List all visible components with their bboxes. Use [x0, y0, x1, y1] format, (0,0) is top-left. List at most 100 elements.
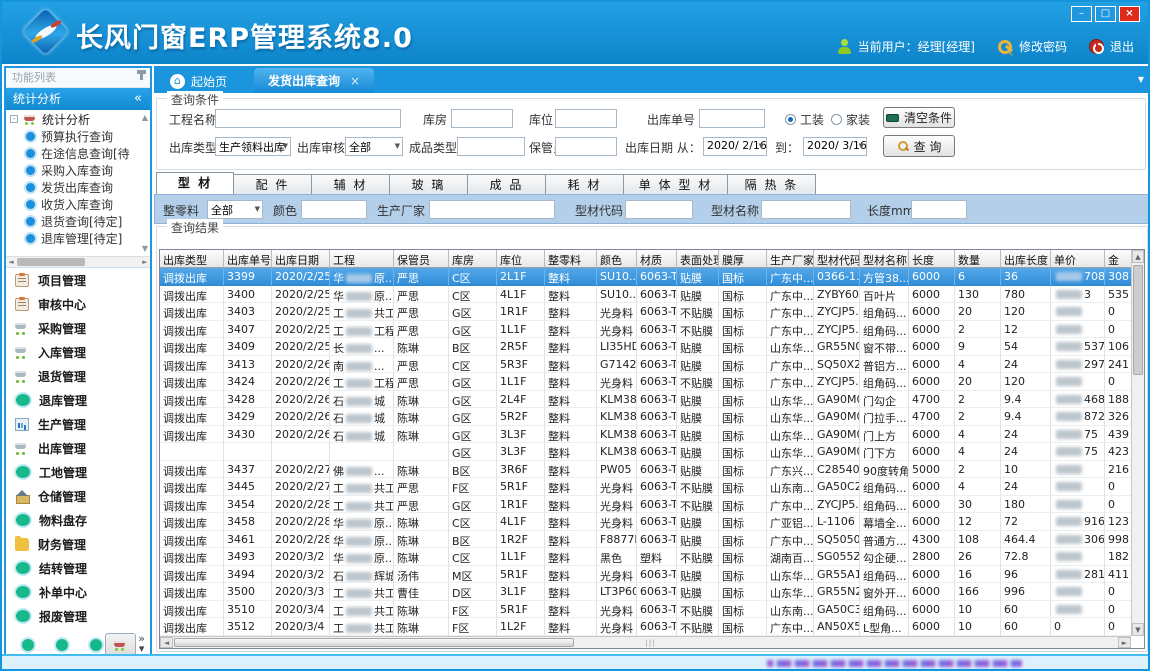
material-tab[interactable]: 配 件: [234, 174, 312, 195]
column-header[interactable]: 型材代码: [814, 250, 860, 267]
material-tab[interactable]: 型 材: [156, 172, 234, 195]
date-to-picker[interactable]: 2020/ 3/16: [803, 137, 867, 156]
column-header[interactable]: 长度: [909, 250, 955, 267]
table-row[interactable]: 调拨出库34612020/2/28华原...陈琳B区1R2F整料F8877FT6…: [160, 531, 1135, 549]
column-header[interactable]: 表面处理: [677, 250, 719, 267]
sidebar-item[interactable]: 报废管理: [6, 604, 150, 628]
project-name-input[interactable]: [215, 109, 401, 128]
overflow-chevron[interactable]: »▾: [138, 634, 145, 654]
sidebar-item[interactable]: 生产管理: [6, 412, 150, 436]
scroll-left-icon[interactable]: ◄: [6, 257, 16, 267]
sidebar-item[interactable]: 结转管理: [6, 556, 150, 580]
tree-root[interactable]: - 统计分析: [6, 110, 150, 128]
collapse-icon[interactable]: «: [134, 88, 142, 110]
material-tab[interactable]: 辅 材: [312, 174, 390, 195]
tree-item[interactable]: 在途信息查询[待: [6, 145, 150, 162]
column-header[interactable]: 出库类型: [160, 250, 224, 267]
table-row[interactable]: 调拨出库34282020/2/26石城陈琳G区2L4F整料KLM38176063…: [160, 391, 1135, 409]
table-row[interactable]: 调拨出库34132020/2/26南...严思C区5R3F整料G71422606…: [160, 356, 1135, 374]
table-row[interactable]: 调拨出库33992020/2/25华原...严思C区2L1F整料SU10...6…: [160, 268, 1135, 286]
table-row[interactable]: 调拨出库34582020/2/28华原...陈琳C区4L1F整料光身料6063-…: [160, 513, 1135, 531]
column-header[interactable]: 颜色: [597, 250, 637, 267]
quick-circle-icon[interactable]: [56, 639, 68, 651]
length-input[interactable]: [911, 200, 967, 219]
sidebar-item[interactable]: 仓储管理: [6, 484, 150, 508]
name-input[interactable]: [761, 200, 851, 219]
tree-item[interactable]: 预算执行查询: [6, 128, 150, 145]
table-row[interactable]: 调拨出库34932020/3/2华原...陈琳C区1L1F整料黑色塑料不贴膜国标…: [160, 548, 1135, 566]
order-no-input[interactable]: [699, 109, 765, 128]
sidebar-item[interactable]: 补单中心: [6, 580, 150, 604]
table-row[interactable]: 调拨出库34072020/2/25工工程严思G区1L1F整料光身料6063-T5…: [160, 321, 1135, 339]
scrollbar-thumb[interactable]: [1133, 265, 1143, 375]
table-row[interactable]: 调拨出库34452020/2/27工共工程严思F区5R1F整料光身料6063-T…: [160, 478, 1135, 496]
tab-shipping-query[interactable]: 发货出库查询 ×: [254, 68, 374, 93]
sidebar-item[interactable]: 出库管理: [6, 436, 150, 460]
radio-gongzhuang[interactable]: 工装: [785, 111, 824, 128]
column-header[interactable]: 库位: [497, 250, 545, 267]
sidebar-item[interactable]: 入库管理: [6, 340, 150, 364]
sidebar-item[interactable]: 项目管理: [6, 268, 150, 292]
sidebar-item[interactable]: 财务管理: [6, 532, 150, 556]
table-row[interactable]: 调拨出库35122020/3/4工共工程陈琳F区1L2F整料光身料6063-T5…: [160, 618, 1135, 636]
piece-combo[interactable]: 全部: [207, 200, 263, 219]
tree-scroll-up-icon[interactable]: ▲: [142, 113, 148, 122]
minimize-button[interactable]: –: [1071, 6, 1092, 22]
out-type-combo[interactable]: 生产领料出库: [215, 137, 291, 156]
material-tab[interactable]: 单 体 型 材: [624, 174, 728, 195]
vertical-scrollbar[interactable]: ▲ ▼: [1131, 250, 1144, 636]
material-tab[interactable]: 成 品: [468, 174, 546, 195]
change-password-link[interactable]: 修改密码: [997, 38, 1067, 55]
material-tab[interactable]: 隔 热 条: [728, 174, 816, 195]
scroll-down-icon[interactable]: ▼: [1132, 623, 1144, 636]
scroll-left-icon[interactable]: ◄: [160, 637, 173, 648]
close-button[interactable]: ×: [1119, 6, 1140, 22]
tree-item[interactable]: 退库管理[待定]: [6, 230, 150, 247]
color-input[interactable]: [301, 200, 367, 219]
maximize-button[interactable]: □: [1095, 6, 1116, 22]
column-header[interactable]: 库房: [449, 250, 497, 267]
column-header[interactable]: 膜厚: [719, 250, 767, 267]
column-header[interactable]: 单价: [1051, 250, 1105, 267]
scroll-up-icon[interactable]: ▲: [1132, 250, 1144, 263]
table-row[interactable]: 调拨出库34032020/2/25工共工程严思G区1R1F整料光身料6063-T…: [160, 303, 1135, 321]
location-input[interactable]: [555, 109, 617, 128]
table-row[interactable]: 调拨出库35102020/3/4工共工程陈琳F区5R1F整料光身料6063-T5…: [160, 601, 1135, 619]
tree-scroll-down-icon[interactable]: ▼: [142, 244, 148, 253]
scroll-right-icon[interactable]: ►: [140, 257, 150, 267]
column-header[interactable]: 工程: [330, 250, 394, 267]
tree-item[interactable]: 退货查询[待定]: [6, 213, 150, 230]
column-header[interactable]: 出库日期: [272, 250, 330, 267]
table-row[interactable]: 调拨出库34942020/3/2石辉城汤伟M区5R1F整料光身料6063-T5贴…: [160, 566, 1135, 584]
material-tab[interactable]: 玻 璃: [390, 174, 468, 195]
sidebar-item[interactable]: 采购管理: [6, 316, 150, 340]
sidebar-item[interactable]: 物料盘存: [6, 508, 150, 532]
scroll-right-icon[interactable]: ►: [1118, 637, 1131, 648]
logout-button[interactable]: 退出: [1089, 38, 1134, 55]
section-header-stats[interactable]: 统计分析 «: [6, 88, 150, 110]
column-header[interactable]: 出库长度: [1001, 250, 1051, 267]
maker-input[interactable]: [429, 200, 555, 219]
horizontal-scrollbar[interactable]: ◄ ||| ►: [160, 636, 1131, 648]
sidebar-item[interactable]: 退库管理: [6, 388, 150, 412]
column-header[interactable]: 保管员: [394, 250, 449, 267]
table-row[interactable]: 调拨出库34002020/2/25华原...严思C区4L1F整料SU10...6…: [160, 286, 1135, 304]
code-input[interactable]: [625, 200, 693, 219]
tab-list-dropdown-icon[interactable]: ▼: [1138, 75, 1144, 84]
warehouse-input[interactable]: [451, 109, 513, 128]
quick-circle-icon[interactable]: [22, 639, 34, 651]
table-row[interactable]: 调拨出库34242020/2/26工工程严思G区1L1F整料光身料6063-T5…: [160, 373, 1135, 391]
column-header[interactable]: 材质: [637, 250, 677, 267]
tab-close-icon[interactable]: ×: [350, 74, 360, 88]
tree-horizontal-scrollbar[interactable]: ◄ ►: [6, 256, 150, 267]
search-button[interactable]: 查 询: [883, 135, 955, 157]
pin-icon[interactable]: [140, 73, 143, 80]
table-row[interactable]: G区3L3F整料KLM38176063-T5贴膜国标山东华...GA90M09.…: [160, 443, 1135, 461]
column-header[interactable]: 出库单号: [224, 250, 272, 267]
tab-home[interactable]: ⌂ 起始页: [158, 69, 239, 93]
tree-expander-icon[interactable]: -: [10, 115, 18, 123]
table-row[interactable]: 调拨出库35002020/3/3工共工程曹佳D区3L1F整料LT3P606063…: [160, 583, 1135, 601]
table-row[interactable]: 调拨出库34372020/2/27佛...陈琳B区3R6F整料PW056063-…: [160, 461, 1135, 479]
column-header[interactable]: 整零料: [545, 250, 597, 267]
audit-combo[interactable]: 全部: [345, 137, 403, 156]
